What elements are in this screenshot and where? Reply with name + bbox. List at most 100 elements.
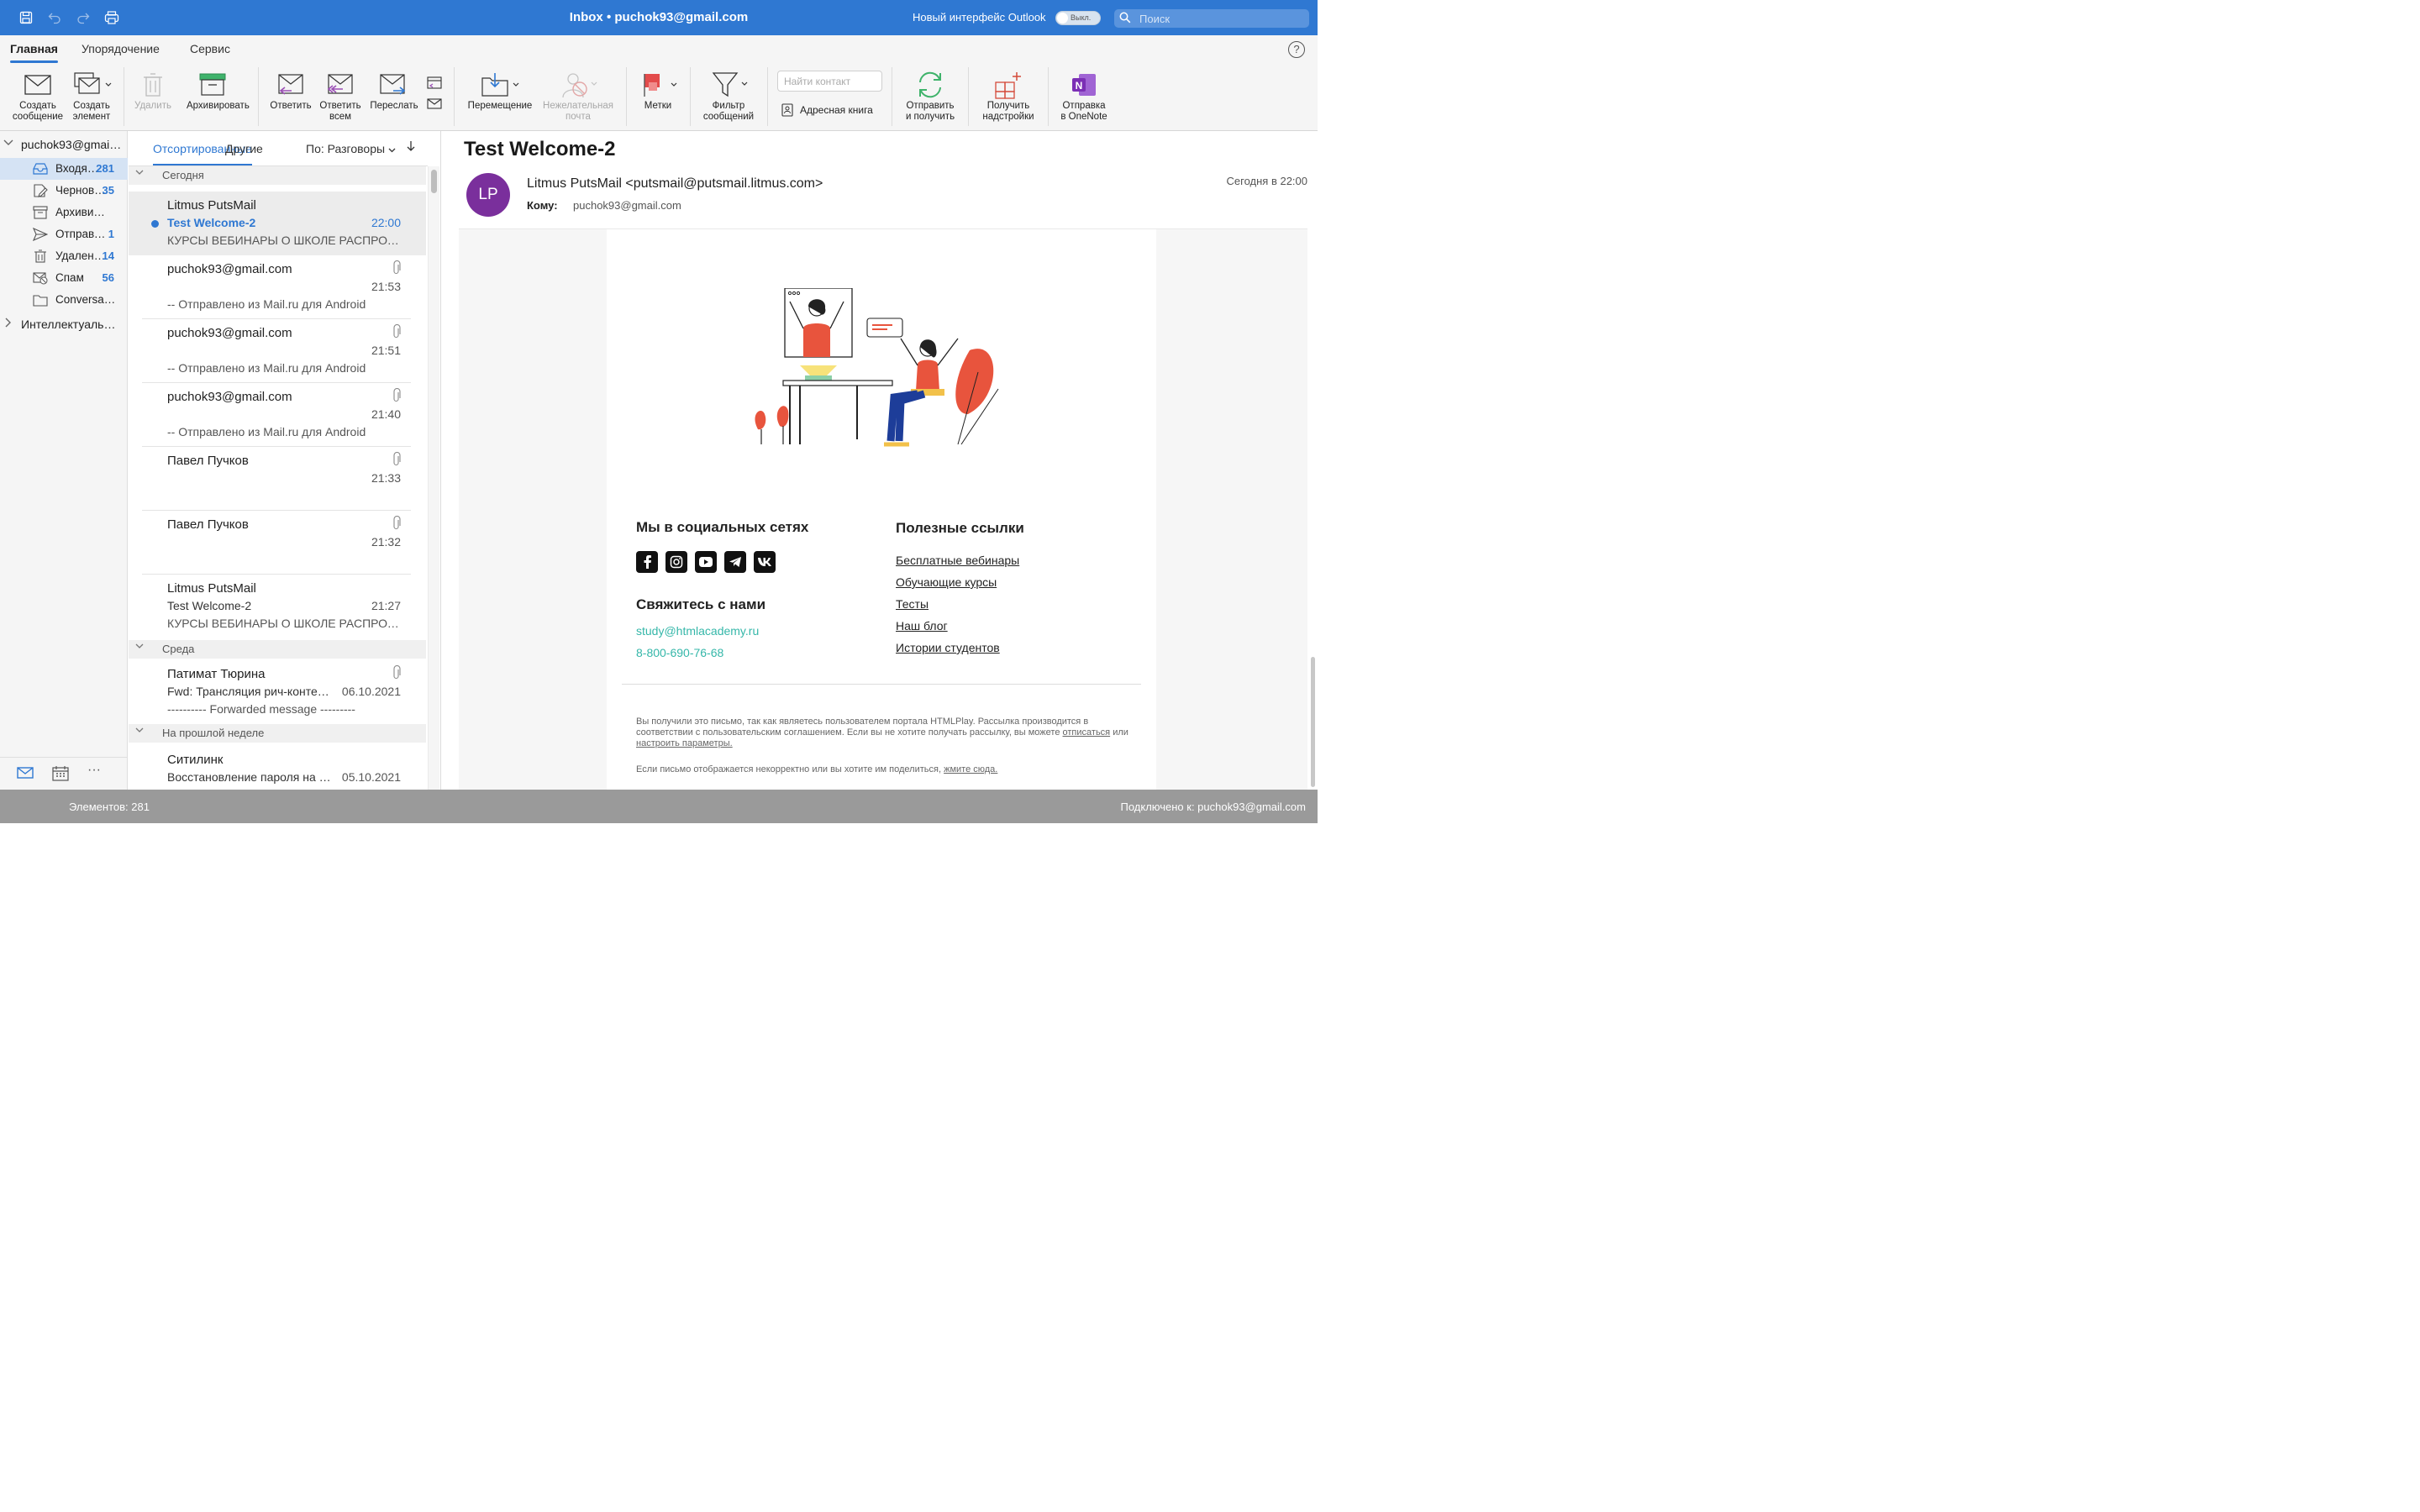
youtube-icon[interactable] — [695, 551, 717, 573]
new-item-button[interactable]: Создать элемент — [69, 69, 114, 123]
view-online-link[interactable]: жмите сюда. — [944, 764, 997, 774]
send-receive-label1: Отправить — [906, 101, 955, 111]
chevron-right-icon[interactable] — [5, 318, 12, 330]
delete-button[interactable]: Удалить — [130, 69, 176, 112]
tags-label: Метки — [644, 101, 672, 111]
scrollbar-thumb[interactable] — [1311, 657, 1315, 787]
more-options-icon[interactable]: ··· — [87, 763, 101, 778]
tab-organize[interactable]: Упорядочение — [82, 42, 160, 55]
email-content-card: Мы в социальных сетях Свяжитесь с нами s… — [607, 229, 1156, 790]
chevron-down-icon — [135, 727, 144, 736]
sort-direction-icon[interactable] — [407, 140, 415, 155]
send-receive-button[interactable]: Отправить и получить — [901, 69, 960, 123]
sort-dropdown[interactable]: По: Разговоры — [306, 142, 396, 155]
group-header-today[interactable]: Сегодня — [129, 166, 426, 185]
reply-all-icon — [327, 74, 353, 94]
message-item[interactable]: Litmus PutsMail Test Welcome-2 21:27 КУР… — [129, 575, 426, 638]
message-item[interactable]: Павел Пучков 21:32 — [129, 511, 426, 575]
address-book-button[interactable]: Адресная книга — [781, 103, 873, 117]
sender-address[interactable]: Litmus PutsMail <putsmail@putsmail.litmu… — [527, 176, 823, 192]
message-item[interactable]: puchok93@gmail.com 21:40 -- Отправлено и… — [129, 383, 426, 447]
forward-button[interactable]: Переслать — [368, 69, 420, 112]
new-message-button[interactable]: Создать сообщение — [10, 69, 66, 123]
chevron-down-icon[interactable] — [3, 139, 13, 149]
message-time: 21:32 — [371, 535, 401, 549]
link-student-stories[interactable]: Истории студентов — [896, 641, 1000, 654]
telegram-icon[interactable] — [724, 551, 746, 573]
group-header-last-week[interactable]: На прошлой неделе — [129, 724, 426, 743]
folder-conversation-history[interactable]: Conversation History — [0, 289, 128, 311]
group-label: На прошлой неделе — [162, 727, 265, 739]
message-item[interactable]: puchok93@gmail.com 21:53 -- Отправлено и… — [129, 255, 426, 319]
filter-label1: Фильтр — [712, 101, 745, 111]
folder-sent[interactable]: Отправленные 1 — [0, 223, 128, 245]
junk-button[interactable]: Нежелательная почта — [539, 69, 617, 123]
filter-button[interactable]: Фильтр сообщений — [699, 69, 758, 123]
message-sender: Павел Пучков — [167, 517, 249, 532]
send-to-onenote-button[interactable]: N Отправка в OneNote — [1055, 69, 1113, 123]
message-time: 21:51 — [371, 344, 401, 357]
ribbon-divider — [1048, 67, 1049, 126]
folder-junk[interactable]: Спам 56 — [0, 267, 128, 289]
link-free-webinars[interactable]: Бесплатные вебинары — [896, 554, 1019, 567]
move-button[interactable]: Перемещение — [464, 69, 536, 112]
find-contact-input[interactable]: Найти контакт — [777, 71, 882, 92]
vk-icon[interactable] — [754, 551, 776, 573]
recipient[interactable]: puchok93@gmail.com — [573, 199, 681, 212]
settings-link[interactable]: настроить параметры. — [636, 738, 733, 748]
tags-button[interactable]: Метки — [635, 69, 681, 112]
folder-inbox[interactable]: Входящие 281 — [0, 158, 128, 180]
calendar-icon[interactable] — [52, 766, 69, 785]
scrollbar-thumb[interactable] — [431, 170, 437, 193]
tab-other[interactable]: Другие — [225, 142, 263, 155]
folder-label: Спам — [55, 271, 84, 284]
tab-home[interactable]: Главная — [10, 42, 58, 63]
message-item[interactable]: Павел Пучков 21:33 — [129, 447, 426, 511]
new-outlook-toggle[interactable]: Выкл. — [1055, 11, 1101, 25]
reply-button[interactable]: Ответить — [267, 69, 314, 112]
paperclip-icon — [392, 664, 401, 685]
outlook-window: Inbox • puchok93@gmail.com Новый интерфе… — [0, 0, 1318, 823]
message-list: Отсортированные Другие По: Разговоры Сег… — [129, 131, 441, 790]
contact-email-link[interactable]: study@htmlacademy.ru — [636, 624, 759, 638]
ribbon-divider — [968, 67, 969, 126]
folder-label: Архивировать — [55, 206, 108, 218]
avatar[interactable]: LP — [466, 173, 510, 217]
reply-icon — [278, 74, 303, 95]
help-icon[interactable]: ? — [1288, 41, 1305, 58]
message-preview: -- Отправлено из Mail.ru для Android — [167, 297, 366, 311]
facebook-icon[interactable] — [636, 551, 658, 573]
message-item[interactable]: Ситилинк Восстановление пароля на сайте … — [129, 746, 426, 790]
folder-drafts[interactable]: Черновики 35 — [0, 180, 128, 202]
group-header-wednesday[interactable]: Среда — [129, 640, 426, 659]
reading-pane-scrollbar[interactable] — [1309, 228, 1318, 790]
message-item[interactable]: Патимат Тюрина Fwd: Трансляция рич-конте… — [129, 660, 426, 724]
footer-or-text: или — [1113, 727, 1128, 738]
message-list-scrollbar[interactable] — [428, 166, 439, 790]
search-input[interactable]: Поиск — [1114, 9, 1309, 28]
unread-count: 35 — [102, 184, 114, 197]
archive-button[interactable]: Архивировать — [187, 69, 250, 112]
instagram-icon[interactable] — [666, 551, 687, 573]
link-blog[interactable]: Наш блог — [896, 619, 948, 633]
message-time: 06.10.2021 — [341, 685, 401, 698]
link-tests[interactable]: Тесты — [896, 597, 929, 611]
get-addins-label1: Получить — [986, 101, 1030, 111]
contact-phone-link[interactable]: 8-800-690-76-68 — [636, 646, 723, 659]
folder-deleted[interactable]: Удаленные 14 — [0, 245, 128, 267]
link-courses[interactable]: Обучающие курсы — [896, 575, 997, 589]
tab-tools[interactable]: Сервис — [190, 42, 230, 55]
get-addins-button[interactable]: Получить надстройки — [976, 69, 1040, 123]
new-message-label1: Создать — [19, 101, 56, 111]
message-item[interactable]: puchok93@gmail.com 21:51 -- Отправлено и… — [129, 319, 426, 383]
mail-icon[interactable] — [17, 766, 34, 784]
message-item[interactable]: Litmus PutsMail Test Welcome-2 22:00 КУР… — [129, 192, 426, 255]
reply-all-button[interactable]: Ответить всем — [317, 69, 364, 123]
new-items-icon — [74, 72, 112, 94]
archive-label: Архивировать — [187, 101, 250, 111]
received-date: Сегодня в 22:00 — [1226, 175, 1307, 187]
unsubscribe-link[interactable]: отписаться — [1063, 727, 1111, 738]
message-preview: -- Отправлено из Mail.ru для Android — [167, 361, 366, 375]
meeting-reply-buttons[interactable] — [424, 69, 445, 114]
folder-archive[interactable]: Архивировать — [0, 202, 128, 223]
